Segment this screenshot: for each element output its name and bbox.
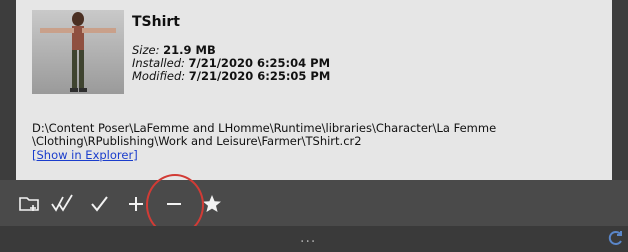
file-path: D:\Content Poser\LaFemme and LHomme\Runt… <box>32 122 622 148</box>
size-label: Size <box>132 43 156 57</box>
more-dots[interactable]: ... <box>300 230 316 246</box>
modified-value: 7/21/2020 6:25:05 PM <box>188 69 331 83</box>
modified-label: Modified <box>132 69 182 83</box>
item-title: TShirt <box>132 14 180 30</box>
right-frame <box>612 0 628 180</box>
installed-value: 7/21/2020 6:25:04 PM <box>188 56 331 70</box>
file-path-line2: \Clothing\RPublishing\Work and Leisure\F… <box>32 134 362 148</box>
modified-row: Modified: 7/21/2020 6:25:05 PM <box>132 69 331 83</box>
refresh-icon[interactable] <box>606 228 626 248</box>
item-thumbnail <box>32 10 124 94</box>
installed-label: Installed <box>132 56 181 70</box>
size-value: 21.9 MB <box>163 43 216 57</box>
item-info-panel: TShirt Size: 21.9 MB Installed: 7/21/202… <box>16 0 612 181</box>
folder-add-icon[interactable] <box>18 192 42 216</box>
double-check-icon[interactable] <box>50 192 74 216</box>
check-icon[interactable] <box>88 192 112 216</box>
show-in-explorer-link[interactable]: [Show in Explorer] <box>32 148 138 162</box>
plus-icon[interactable] <box>124 192 148 216</box>
